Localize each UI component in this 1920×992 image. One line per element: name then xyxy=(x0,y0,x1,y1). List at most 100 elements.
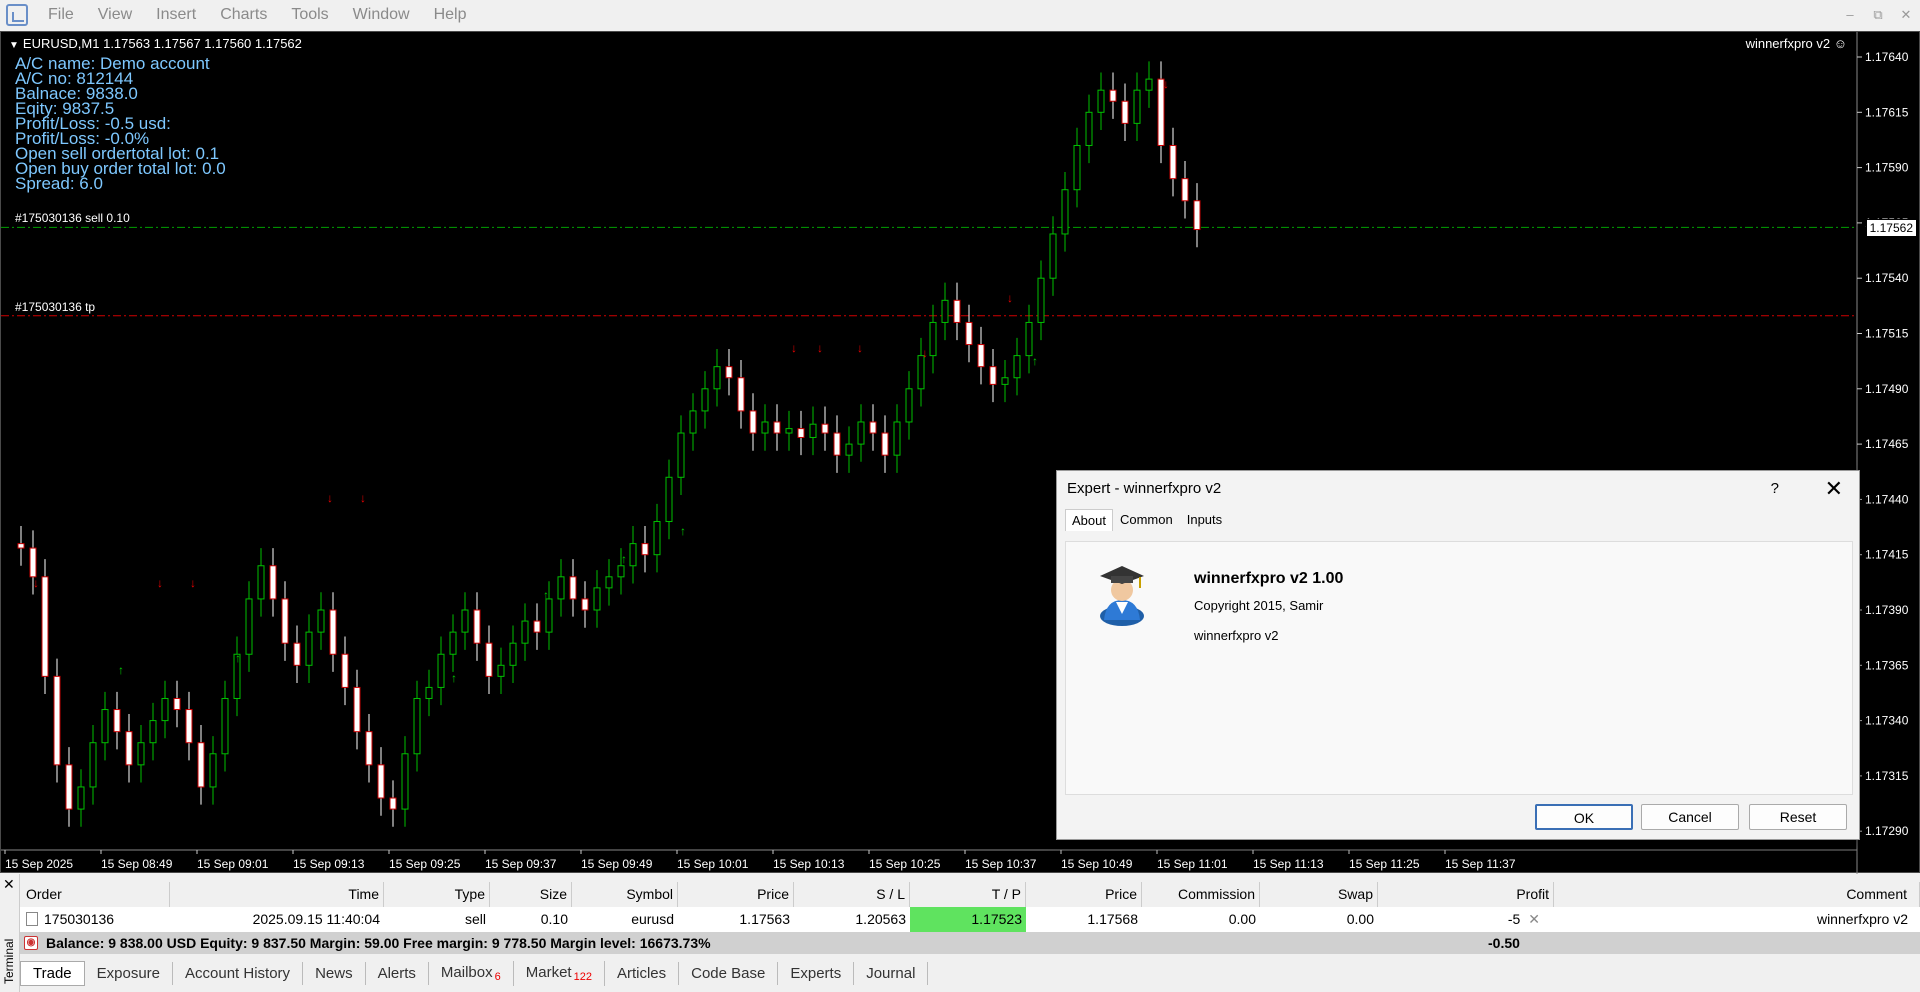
close-icon[interactable]: ✕ xyxy=(1825,471,1843,507)
price-tick-label: 1.17590 xyxy=(1865,161,1909,175)
price-tick-label: 1.17490 xyxy=(1865,382,1909,396)
trade-table: Order Time Type Size Symbol Price S / L … xyxy=(20,882,1920,932)
header-time[interactable]: Time xyxy=(170,882,384,907)
tab-account-history[interactable]: Account History xyxy=(173,961,304,985)
candle-body xyxy=(905,388,913,423)
dialog-title-bar: Expert - winnerfxpro v2 ? ✕ xyxy=(1057,471,1859,507)
tab-journal[interactable]: Journal xyxy=(854,961,929,985)
candle-body xyxy=(857,421,865,445)
candle-body xyxy=(281,598,289,644)
tab-news[interactable]: News xyxy=(303,961,366,985)
tab-common[interactable]: Common xyxy=(1113,508,1180,531)
candle-body xyxy=(641,543,649,556)
reset-button[interactable]: Reset xyxy=(1749,804,1847,830)
cell-comment: winnerfxpro v2 xyxy=(1816,911,1908,927)
tab-inputs[interactable]: Inputs xyxy=(1180,508,1229,531)
menu-window[interactable]: Window xyxy=(341,0,422,30)
account-info-panel: A/C name: Demo account A/C no: 812144 Ba… xyxy=(15,55,226,192)
candle-body xyxy=(605,576,613,589)
candle-body xyxy=(785,428,793,434)
table-row[interactable]: 175030136 2025.09.15 11:40:04 sell 0.10 … xyxy=(20,907,1920,932)
header-profit[interactable]: Profit xyxy=(1378,882,1554,907)
tab-experts[interactable]: Experts xyxy=(778,961,855,985)
candle-body xyxy=(461,609,469,633)
expert-advisor-name[interactable]: winnerfxpro v2 ☺ xyxy=(1746,36,1847,51)
header-current-price[interactable]: Price xyxy=(1026,882,1142,907)
menu-charts[interactable]: Charts xyxy=(208,0,279,30)
cell-tp: 1.17523 xyxy=(910,907,1026,932)
candle-body xyxy=(1133,89,1141,124)
header-symbol[interactable]: Symbol xyxy=(572,882,678,907)
menu-help[interactable]: Help xyxy=(422,0,479,30)
sell-signal-arrow-icon: ↓ xyxy=(190,576,196,590)
candle-body xyxy=(1181,178,1189,202)
graduate-icon xyxy=(1100,566,1144,626)
header-swap[interactable]: Swap xyxy=(1260,882,1378,907)
candle-body xyxy=(497,664,505,677)
tab-code-base[interactable]: Code Base xyxy=(679,961,779,985)
cancel-button[interactable]: Cancel xyxy=(1641,804,1739,830)
buy-signal-arrow-icon: ↑ xyxy=(235,651,241,665)
header-order[interactable]: Order xyxy=(20,882,170,907)
candle-body xyxy=(1061,189,1069,235)
candle-body xyxy=(65,764,73,810)
candle-body xyxy=(1001,377,1009,385)
candle-body xyxy=(125,731,133,766)
candle-body xyxy=(893,421,901,456)
tab-mailbox[interactable]: Mailbox 6 xyxy=(429,960,514,986)
header-commission[interactable]: Commission xyxy=(1142,882,1260,907)
close-icon[interactable]: ✕ xyxy=(1892,0,1920,30)
header-tp[interactable]: T / P xyxy=(910,882,1026,907)
ok-button[interactable]: OK xyxy=(1535,804,1633,830)
candle-body xyxy=(725,366,733,379)
sell-signal-arrow-icon: ↓ xyxy=(922,346,928,360)
candle-body xyxy=(1085,111,1093,146)
candle-body xyxy=(941,299,949,323)
balance-icon: ◉ xyxy=(24,936,38,950)
tab-exposure[interactable]: Exposure xyxy=(85,961,174,985)
tab-label: Account History xyxy=(185,964,291,982)
menu-tools[interactable]: Tools xyxy=(279,0,340,30)
cell-order: 175030136 xyxy=(20,907,170,932)
cell-commission: 0.00 xyxy=(1228,911,1256,927)
close-icon[interactable]: ✕ xyxy=(3,876,15,893)
candle-body xyxy=(113,709,121,733)
tab-about[interactable]: About xyxy=(1065,509,1113,531)
help-icon[interactable]: ? xyxy=(1771,471,1779,507)
ea-title: winnerfxpro v2 1.00 xyxy=(1194,570,1344,587)
cell-swap: 0.00 xyxy=(1346,911,1374,927)
price-tick-label: 1.17365 xyxy=(1865,658,1909,672)
header-price[interactable]: Price xyxy=(678,882,794,907)
candle-body xyxy=(701,388,709,412)
header-comment[interactable]: Comment xyxy=(1554,882,1920,907)
cell-size: 0.10 xyxy=(540,911,568,927)
menu-view[interactable]: View xyxy=(86,0,144,30)
sell-order-label: #175030136 sell 0.10 xyxy=(15,211,130,225)
candle-body xyxy=(293,642,301,666)
header-type[interactable]: Type xyxy=(384,882,490,907)
take-profit-label: #175030136 tp xyxy=(15,300,96,314)
candle-body xyxy=(1193,200,1201,231)
menu-file[interactable]: File xyxy=(36,0,86,30)
minimize-icon[interactable]: – xyxy=(1836,0,1864,30)
mailbox-badge: 6 xyxy=(494,970,501,983)
cell-profit: -5 ✕ xyxy=(1378,907,1554,932)
candle-body xyxy=(977,344,985,368)
tab-market[interactable]: Market 122 xyxy=(514,960,605,986)
close-position-icon[interactable]: ✕ xyxy=(1528,911,1540,927)
candle-body xyxy=(917,355,925,390)
dropdown-triangle-icon[interactable]: ▼ xyxy=(9,40,19,51)
candle-body xyxy=(1073,144,1081,191)
tab-trade[interactable]: Trade xyxy=(20,960,85,986)
candle-body xyxy=(437,653,445,688)
restore-icon[interactable]: ⧉ xyxy=(1864,0,1892,30)
header-sl[interactable]: S / L xyxy=(794,882,910,907)
tab-articles[interactable]: Articles xyxy=(605,961,680,985)
candle-body xyxy=(1121,100,1129,124)
header-size[interactable]: Size xyxy=(490,882,572,907)
candle-body xyxy=(17,543,25,549)
price-tick-label: 1.17315 xyxy=(1865,769,1909,783)
candle-body xyxy=(629,543,637,567)
menu-insert[interactable]: Insert xyxy=(144,0,208,30)
tab-alerts[interactable]: Alerts xyxy=(366,961,429,985)
